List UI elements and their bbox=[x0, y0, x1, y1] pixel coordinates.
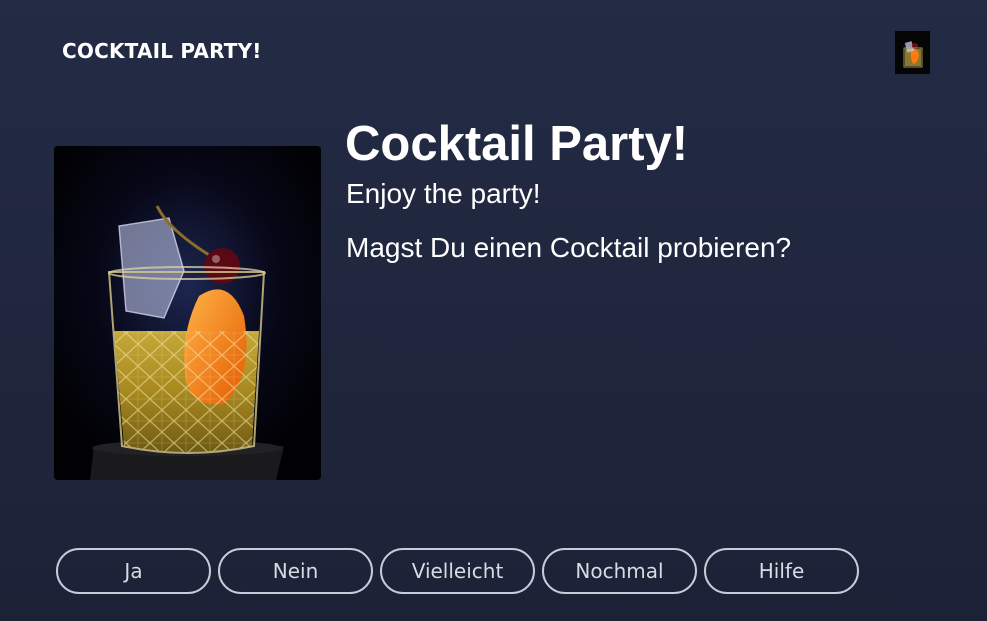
nein-button[interactable]: Nein bbox=[218, 548, 373, 594]
nochmal-button[interactable]: Nochmal bbox=[542, 548, 697, 594]
cocktail-glass-image bbox=[54, 146, 321, 480]
hilfe-button[interactable]: Hilfe bbox=[704, 548, 859, 594]
header-title: COCKTAIL PARTY! bbox=[62, 39, 262, 63]
vielleicht-button[interactable]: Vielleicht bbox=[380, 548, 535, 594]
main-title: Cocktail Party! bbox=[345, 117, 689, 171]
subtitle: Enjoy the party! bbox=[346, 178, 541, 209]
question-prompt: Magst Du einen Cocktail probieren? bbox=[346, 232, 792, 263]
ja-button[interactable]: Ja bbox=[56, 548, 211, 594]
cocktail-thumbnail-icon bbox=[895, 31, 930, 74]
hint-button-bar: Ja Nein Vielleicht Nochmal Hilfe bbox=[56, 548, 859, 594]
